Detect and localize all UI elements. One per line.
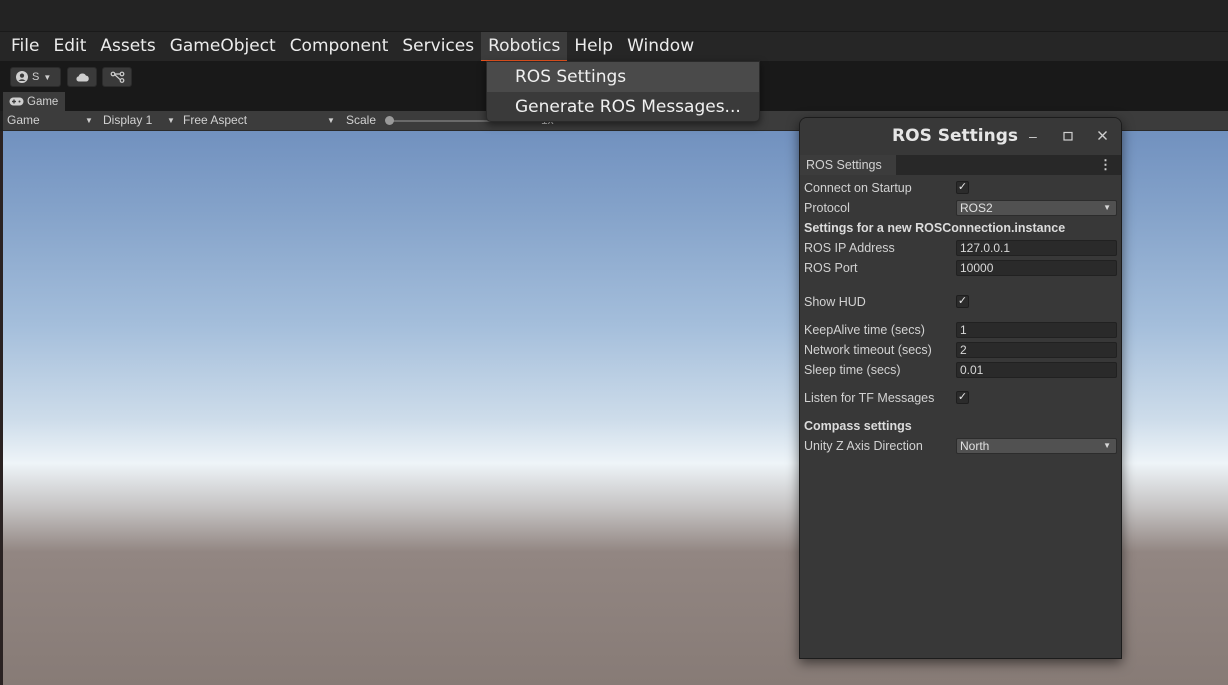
listen-tf-checkbox[interactable]: ✓	[956, 391, 969, 404]
connect-on-startup-checkbox[interactable]: ✓	[956, 181, 969, 194]
tab-ros-settings[interactable]: ROS Settings	[800, 155, 896, 175]
network-timeout-field[interactable]: 2	[956, 342, 1117, 358]
chevron-down-icon: ▼	[1103, 441, 1111, 450]
ros-window-header[interactable]: ROS Settings –	[800, 118, 1121, 155]
checkmark-icon: ✓	[957, 181, 968, 193]
ros-port-field[interactable]: 10000	[956, 260, 1117, 276]
checkmark-icon: ✓	[957, 295, 968, 307]
chevron-down-icon: ▼	[85, 116, 93, 125]
keepalive-label: KeepAlive time (secs)	[804, 323, 925, 337]
cloud-button[interactable]	[67, 67, 97, 87]
minimize-icon[interactable]: –	[1029, 128, 1037, 144]
menu-bar: File Edit Assets GameObject Component Se…	[0, 31, 1228, 62]
aspect-select[interactable]: Free Aspect ▼	[183, 111, 338, 130]
menu-item-generate-ros-messages[interactable]: Generate ROS Messages...	[487, 92, 759, 122]
collab-icon	[110, 71, 124, 83]
scale-slider[interactable]	[385, 111, 495, 130]
chevron-down-icon: ▼	[327, 116, 335, 125]
ros-tab-row: ROS Settings ⋮	[800, 155, 1121, 175]
scale-slider-thumb[interactable]	[385, 116, 394, 125]
z-axis-select[interactable]: North ▼	[956, 438, 1117, 454]
menu-component[interactable]: Component	[283, 32, 396, 62]
menu-robotics[interactable]: Robotics	[481, 31, 568, 62]
menu-window[interactable]: Window	[620, 32, 701, 62]
view-select-value: Game	[7, 113, 40, 127]
z-axis-label: Unity Z Axis Direction	[804, 439, 923, 453]
gamepad-icon	[9, 97, 24, 106]
protocol-select[interactable]: ROS2 ▼	[956, 200, 1117, 216]
chevron-down-icon: ▼	[167, 116, 175, 125]
menu-item-ros-settings[interactable]: ROS Settings	[487, 62, 759, 92]
show-hud-checkbox[interactable]: ✓	[956, 295, 969, 308]
ros-window-title: ROS Settings	[892, 126, 1018, 146]
tab-game[interactable]: Game	[3, 92, 65, 111]
aspect-select-value: Free Aspect	[183, 113, 248, 127]
chevron-down-icon: ▼	[1103, 203, 1111, 212]
ros-settings-window: ROS Settings – ROS Settings ⋮ Connect on…	[799, 117, 1122, 659]
close-icon[interactable]	[1097, 128, 1108, 144]
tab-game-label: Game	[27, 95, 59, 108]
checkmark-icon: ✓	[957, 391, 968, 403]
menu-file[interactable]: File	[4, 32, 46, 62]
collab-button[interactable]	[102, 67, 132, 87]
protocol-label: Protocol	[804, 201, 850, 215]
account-button[interactable]: S ▼	[10, 67, 61, 87]
view-select[interactable]: Game ▼	[7, 111, 93, 130]
display-select-value: Display 1	[103, 113, 153, 127]
menu-edit[interactable]: Edit	[46, 32, 93, 62]
new-instance-header: Settings for a new ROSConnection.instanc…	[804, 221, 1066, 235]
menu-gameobject[interactable]: GameObject	[163, 32, 283, 62]
display-select[interactable]: Display 1 ▼	[103, 111, 179, 130]
scale-slider-track	[389, 120, 493, 122]
maximize-icon[interactable]	[1063, 128, 1073, 144]
keepalive-field[interactable]: 1	[956, 322, 1117, 338]
network-timeout-label: Network timeout (secs)	[804, 343, 932, 357]
sleep-time-field[interactable]: 0.01	[956, 362, 1117, 378]
listen-tf-label: Listen for TF Messages	[804, 391, 935, 405]
connect-on-startup-label: Connect on Startup	[804, 181, 912, 195]
compass-header: Compass settings	[804, 419, 912, 433]
menu-services[interactable]: Services	[395, 32, 481, 62]
show-hud-label: Show HUD	[804, 295, 866, 309]
menu-assets[interactable]: Assets	[93, 32, 162, 62]
protocol-select-value: ROS2	[960, 201, 993, 215]
account-label: S	[32, 71, 40, 83]
robotics-dropdown-menu: ROS Settings Generate ROS Messages...	[486, 61, 760, 122]
ros-ip-label: ROS IP Address	[804, 241, 895, 255]
scale-label: Scale	[346, 113, 377, 127]
title-bar	[0, 0, 1228, 31]
sleep-time-label: Sleep time (secs)	[804, 363, 901, 377]
z-axis-select-value: North	[960, 439, 990, 453]
chevron-down-icon: ▼	[43, 72, 52, 82]
kebab-menu-icon[interactable]: ⋮	[1099, 157, 1112, 173]
menu-help[interactable]: Help	[567, 32, 620, 62]
cloud-icon	[75, 73, 89, 82]
ros-ip-field[interactable]: 127.0.0.1	[956, 240, 1117, 256]
account-icon	[16, 71, 28, 83]
ros-port-label: ROS Port	[804, 261, 858, 275]
